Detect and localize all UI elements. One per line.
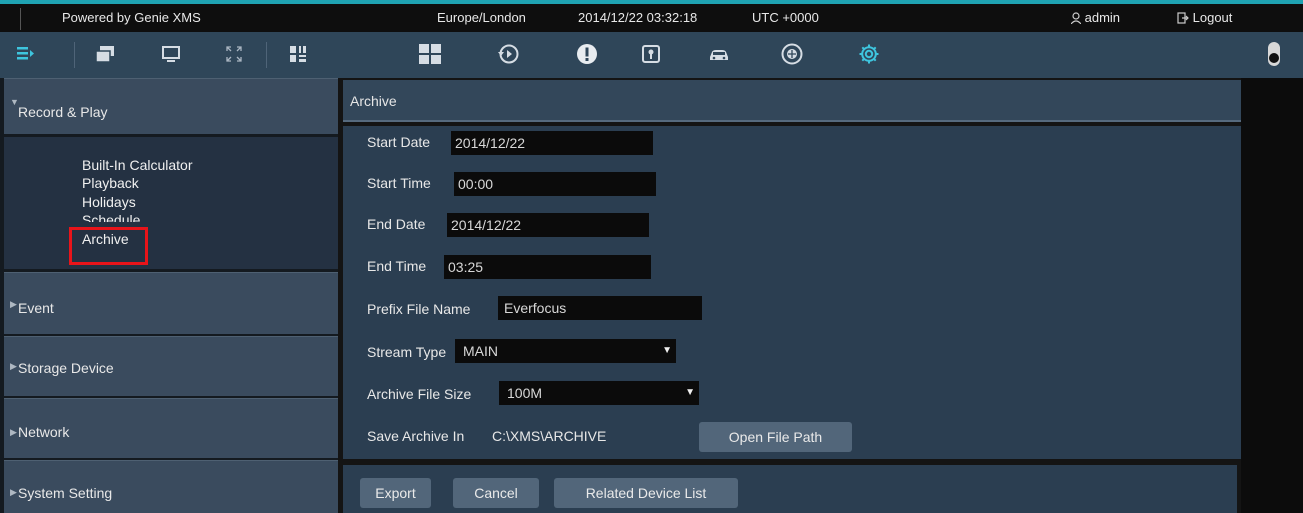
sidebar-section-network[interactable]: ▶ Network — [4, 398, 338, 458]
logout-icon — [1177, 12, 1189, 24]
settings-icon[interactable] — [857, 42, 881, 66]
section-label: Event — [18, 300, 54, 316]
section-label: Storage Device — [18, 360, 114, 376]
stream-type-label: Stream Type — [367, 344, 447, 360]
top-status-bar: Powered by Genie XMS Europe/London 2014/… — [0, 0, 1303, 32]
archive-panel: Archive Start Date 2014/12/22 Start Time… — [343, 80, 1241, 513]
main-toolbar — [0, 32, 1303, 78]
user-icon — [1070, 12, 1082, 25]
network-icon[interactable] — [780, 42, 804, 66]
open-file-path-button[interactable]: Open File Path — [699, 422, 852, 452]
section-label: System Setting — [18, 485, 113, 501]
toggle-icon[interactable] — [1262, 42, 1286, 66]
start-time-field[interactable]: 00:00 — [454, 172, 656, 196]
archive-header: Archive — [343, 80, 1241, 122]
start-date-field[interactable]: 2014/12/22 — [451, 131, 653, 155]
powered-by-text: Powered by Genie XMS — [62, 10, 201, 25]
user-menu[interactable]: admin — [1070, 10, 1121, 25]
alert-icon[interactable] — [575, 42, 599, 66]
submenu-item-builtin-calculator[interactable]: Built-In Calculator — [82, 157, 193, 173]
section-label: Network — [18, 424, 70, 440]
end-time-field[interactable]: 03:25 — [444, 255, 651, 279]
toolbar-divider — [74, 42, 75, 68]
sidebar-section-record-play[interactable]: ▼ Record & Play — [4, 78, 338, 134]
car-icon[interactable] — [707, 42, 731, 66]
grid-view-icon[interactable] — [418, 42, 442, 66]
sidebar-section-event[interactable]: ▶ Event — [4, 272, 338, 334]
sidebar-section-system-setting[interactable]: ▶ System Setting — [4, 460, 338, 513]
topbar-divider — [20, 8, 21, 30]
monitor-icon[interactable] — [159, 42, 183, 66]
stream-type-select[interactable]: MAIN ▼ — [455, 339, 676, 363]
prefix-file-name-field[interactable]: Everfocus — [498, 296, 702, 320]
expand-triangle-icon: ▶ — [10, 427, 17, 437]
fullscreen-icon[interactable] — [222, 42, 246, 66]
section-label: Record & Play — [18, 104, 108, 120]
record-play-submenu: Built-In Calculator Playback Holidays Sc… — [4, 137, 338, 269]
end-date-field[interactable]: 2014/12/22 — [447, 213, 649, 237]
start-date-label: Start Date — [367, 134, 431, 150]
related-device-list-button[interactable]: Related Device List — [554, 478, 738, 508]
archive-file-size-select[interactable]: 100M ▼ — [499, 381, 699, 405]
export-button[interactable]: Export — [360, 478, 431, 508]
datetime-text: 2014/12/22 03:32:18 — [578, 10, 698, 25]
archive-title: Archive — [350, 93, 397, 109]
logout-label: Logout — [1192, 10, 1233, 25]
save-archive-path: C:\XMS\ARCHIVE — [492, 428, 607, 444]
selected-highlight-box — [69, 227, 148, 265]
submenu-item-playback[interactable]: Playback — [82, 175, 139, 191]
action-bar: Export Cancel Related Device List — [343, 465, 1237, 513]
save-archive-in-label: Save Archive In — [367, 428, 465, 444]
window-icon[interactable] — [93, 42, 117, 66]
submenu-item-schedule[interactable]: Schedule — [82, 212, 140, 222]
stream-type-value: MAIN — [463, 343, 498, 359]
layout-grid-icon[interactable] — [286, 42, 310, 66]
prefix-file-name-label: Prefix File Name — [367, 301, 471, 317]
menu-icon[interactable] — [14, 42, 38, 66]
archive-file-size-label: Archive File Size — [367, 386, 472, 402]
right-side-panel — [1241, 78, 1303, 513]
sidebar-section-storage-device[interactable]: ▶ Storage Device — [4, 336, 338, 396]
end-date-label: End Date — [367, 216, 426, 232]
logout-button[interactable]: Logout — [1177, 10, 1232, 25]
expand-triangle-icon: ▶ — [10, 487, 17, 497]
expand-triangle-icon: ▶ — [10, 299, 17, 309]
end-time-label: End Time — [367, 258, 427, 274]
expand-triangle-icon: ▶ — [10, 361, 17, 371]
cancel-button[interactable]: Cancel — [453, 478, 539, 508]
timezone-text: Europe/London — [437, 10, 526, 25]
archive-form: Start Date 2014/12/22 Start Time 00:00 E… — [343, 126, 1241, 459]
lock-icon[interactable] — [639, 42, 663, 66]
username: admin — [1084, 10, 1121, 25]
submenu-item-holidays[interactable]: Holidays — [82, 194, 136, 210]
archive-file-size-value: 100M — [507, 385, 543, 401]
start-time-label: Start Time — [367, 175, 431, 191]
chevron-down-icon: ▼ — [662, 345, 672, 356]
chevron-down-icon: ▼ — [685, 387, 695, 398]
toolbar-divider — [266, 42, 267, 68]
utc-offset-text: UTC +0000 — [752, 10, 819, 25]
playback-icon[interactable] — [496, 42, 520, 66]
